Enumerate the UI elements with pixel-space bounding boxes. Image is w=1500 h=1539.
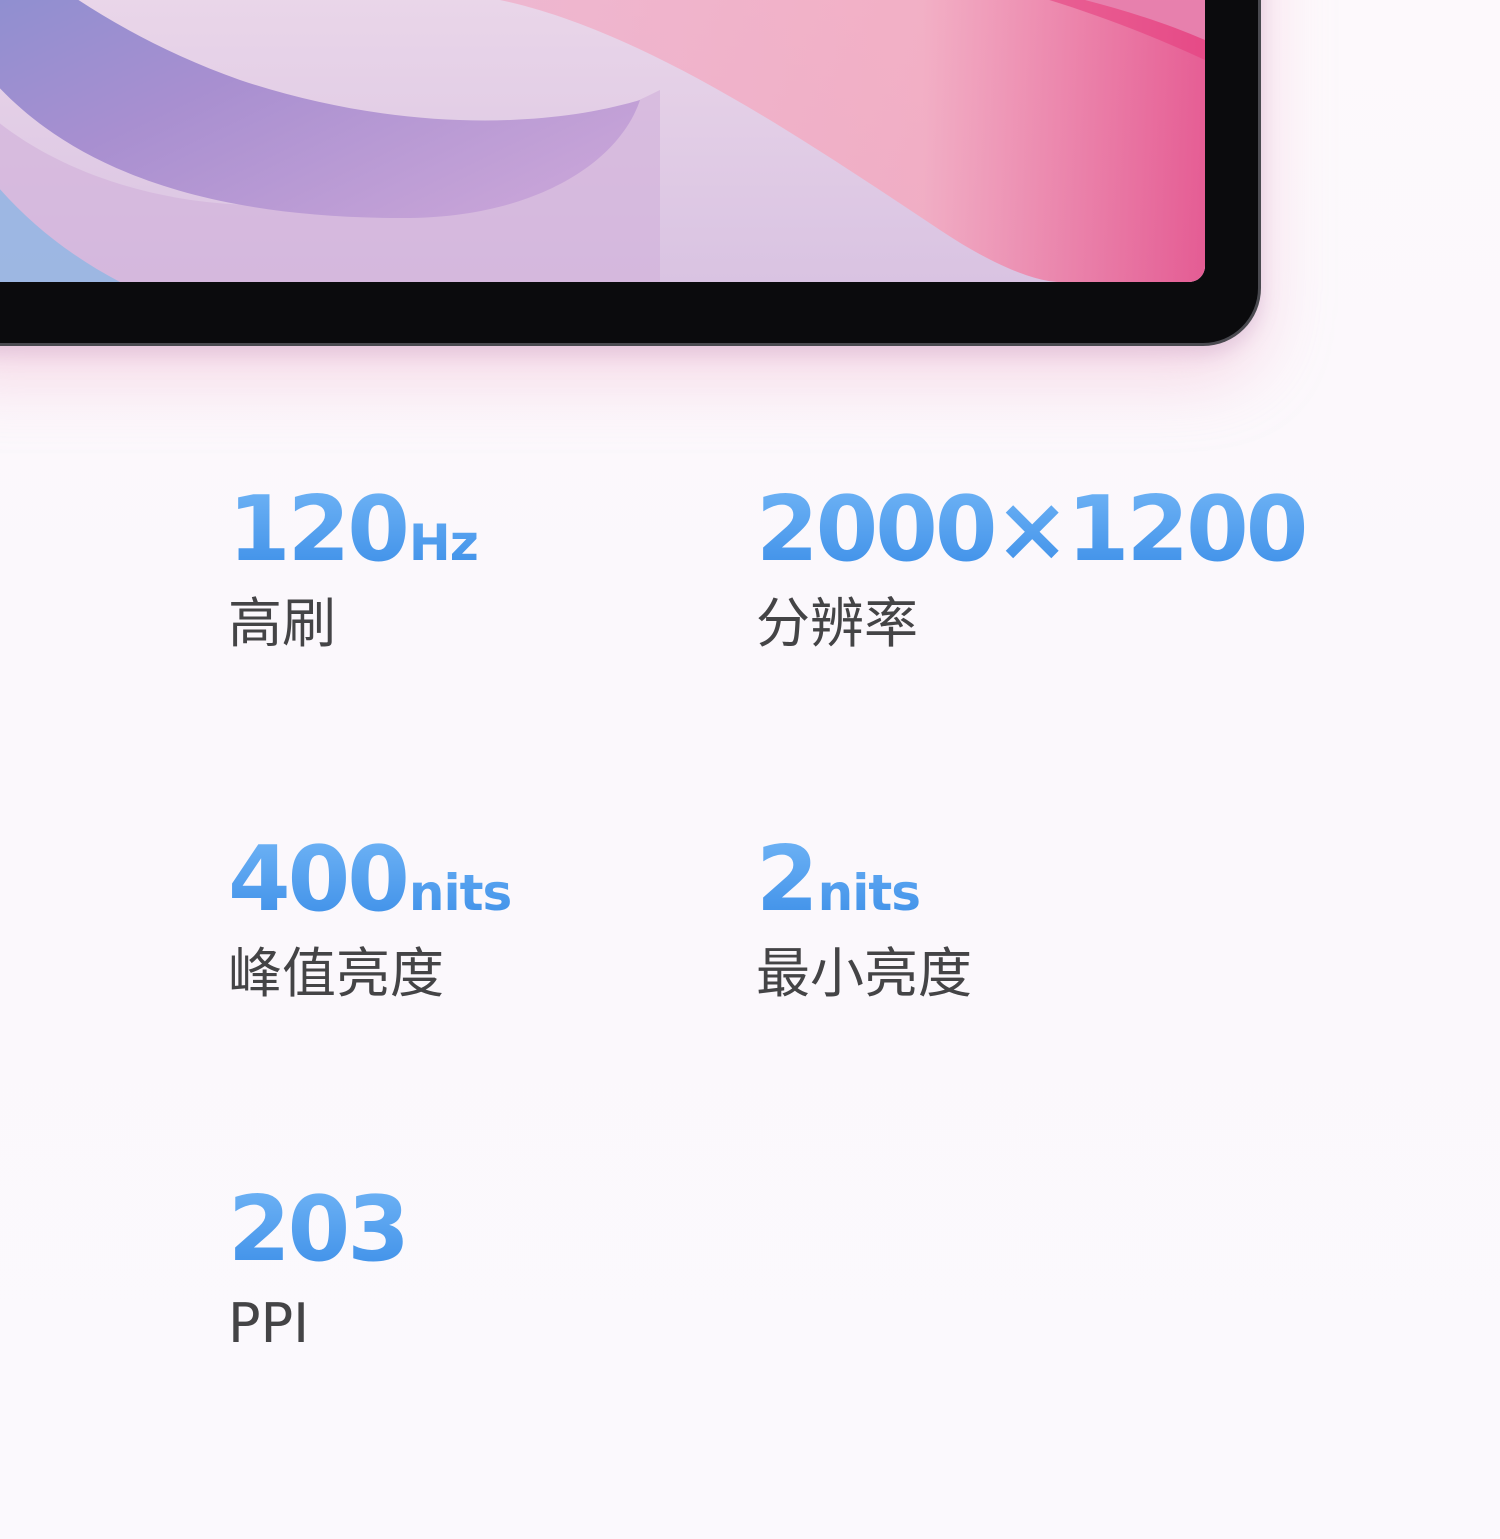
spec-number: 2000×1200 (756, 477, 1306, 582)
spec-label: 峰值亮度 (228, 942, 444, 1005)
spec-ppi: 203 PPI (228, 1185, 409, 1351)
spec-number: 2 (756, 827, 816, 932)
spec-peak-brightness: 400 nits 峰值亮度 (228, 835, 511, 1001)
wallpaper-art (0, 0, 1205, 282)
tablet-screen-wallpaper (0, 0, 1205, 282)
spec-min-brightness: 2 nits 最小亮度 (756, 835, 972, 1001)
spec-value: 2 nits (756, 835, 972, 925)
spec-value: 120 Hz (228, 485, 478, 575)
product-spec-page: 120 Hz 高刷 2000×1200 分辨率 400 nits 峰值亮度 2 … (0, 0, 1500, 1539)
spec-value: 400 nits (228, 835, 511, 925)
spec-unit: Hz (408, 514, 478, 572)
spec-value: 2000×1200 (756, 485, 1307, 575)
spec-value: 203 (228, 1185, 409, 1275)
spec-label: 最小亮度 (756, 942, 972, 1005)
tablet-device-image (0, 0, 1261, 346)
spec-unit: nits (408, 864, 512, 922)
spec-number: 203 (228, 1177, 407, 1282)
spec-unit: nits (817, 864, 921, 922)
spec-label: 高刷 (228, 592, 336, 655)
spec-label: 分辨率 (756, 592, 918, 655)
spec-number: 400 (228, 827, 407, 932)
spec-number: 120 (228, 477, 407, 582)
spec-refresh-rate: 120 Hz 高刷 (228, 485, 478, 651)
spec-resolution: 2000×1200 分辨率 (756, 485, 1307, 651)
spec-label: PPI (228, 1292, 310, 1355)
